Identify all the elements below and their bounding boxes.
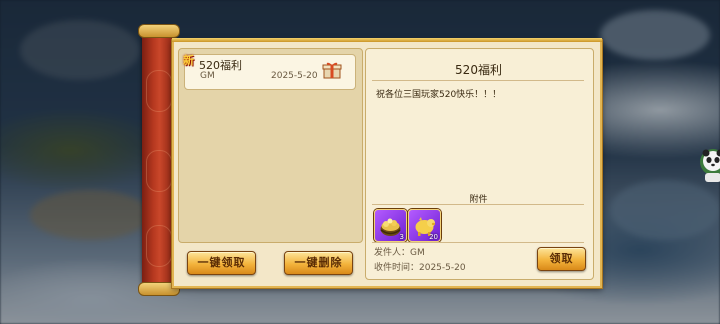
rod-ornament [146,225,172,267]
mail-item-sender: GM [200,71,215,81]
attachment-slot[interactable]: 20 [408,209,441,242]
new-badge: 新 [183,54,194,67]
divider [372,204,584,205]
mail-item-date: 2025-5-20 [271,71,318,81]
divider [372,242,584,243]
rod-cap-top [138,24,180,38]
rod-ornament [146,70,172,112]
detail-title: 520福利 [455,63,502,77]
divider [372,80,584,81]
attachment-count: 20 [429,233,438,241]
delete-all-button[interactable]: 一键删除 [284,251,353,275]
detail-received-time: 收件时间：2025-5-20 [374,263,466,273]
panda-avatar-icon[interactable] [699,142,720,184]
gift-icon [322,62,342,79]
attachment-slot[interactable]: 3 [374,209,407,242]
claim-all-button[interactable]: 一键领取 [187,251,256,275]
rod-ornament [146,150,172,192]
attachment-count: 3 [399,233,404,241]
detail-body: 祝各位三国玩家520快乐！！！ [376,90,502,100]
detail-sender: 发件人：GM [374,248,425,258]
panel-top-trim [172,38,602,42]
claim-button[interactable]: 领取 [537,247,586,271]
